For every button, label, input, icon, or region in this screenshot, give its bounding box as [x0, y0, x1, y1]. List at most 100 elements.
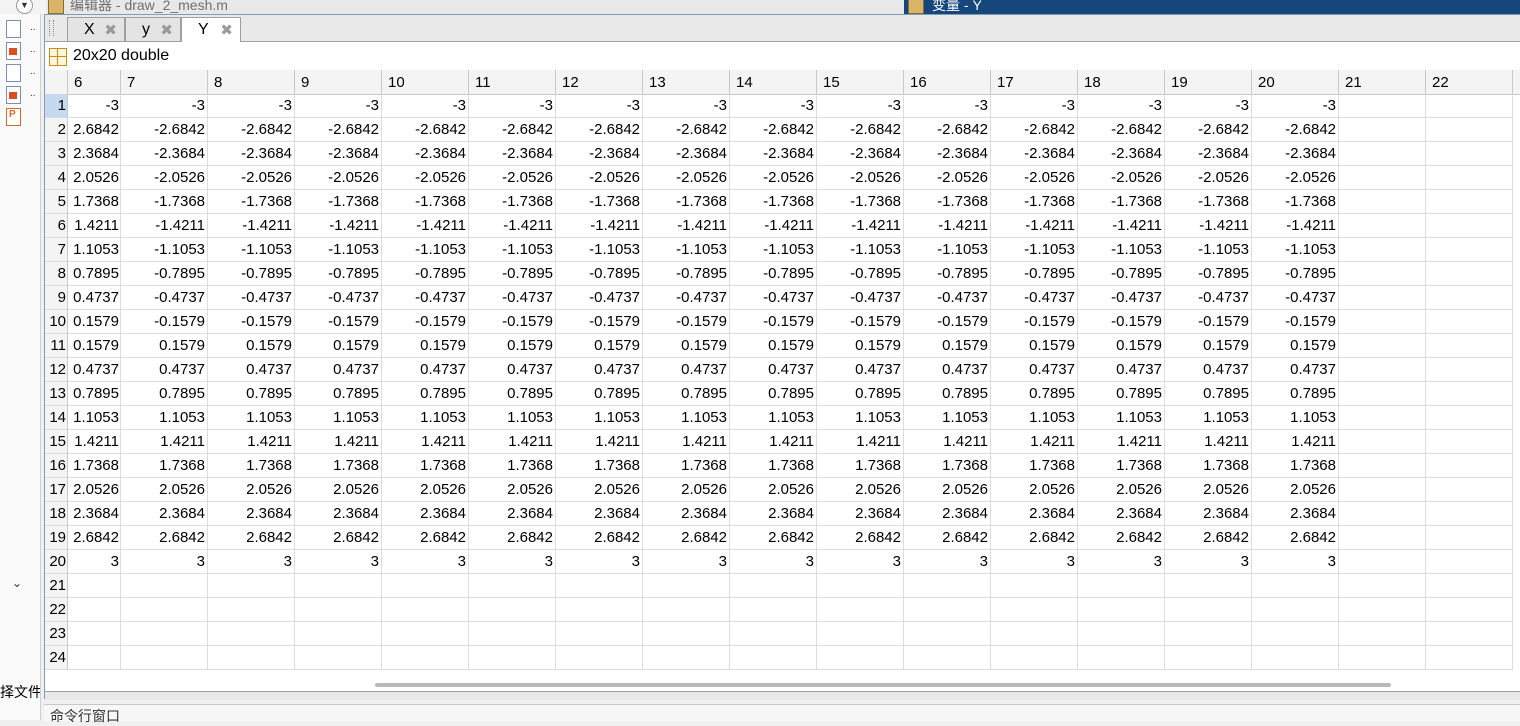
- table-cell[interactable]: 2.3684: [1252, 502, 1339, 526]
- table-cell[interactable]: [295, 598, 382, 622]
- table-cell[interactable]: -1.1053: [643, 238, 730, 262]
- table-cell[interactable]: [382, 646, 469, 670]
- table-cell[interactable]: [1339, 406, 1426, 430]
- table-cell[interactable]: [1426, 502, 1513, 526]
- table-cell[interactable]: -2.3684: [991, 142, 1078, 166]
- table-cell[interactable]: 0.7895: [904, 382, 991, 406]
- row-header[interactable]: 10: [45, 310, 68, 334]
- row-header[interactable]: 16: [45, 454, 68, 478]
- table-cell[interactable]: [121, 574, 208, 598]
- table-cell[interactable]: [295, 646, 382, 670]
- table-cell[interactable]: -2.6842: [1165, 118, 1252, 142]
- table-cell[interactable]: -2.0526: [730, 166, 817, 190]
- table-cell[interactable]: 2.3684: [208, 502, 295, 526]
- table-cell[interactable]: 2.3684: [382, 502, 469, 526]
- table-cell[interactable]: [1339, 526, 1426, 550]
- table-cell[interactable]: 2.0526: [382, 478, 469, 502]
- table-cell[interactable]: -1.7368: [817, 190, 904, 214]
- table-cell[interactable]: 0.4737: [1252, 358, 1339, 382]
- table-cell[interactable]: 0.1579: [904, 334, 991, 358]
- table-cell[interactable]: -2.6842: [643, 118, 730, 142]
- table-cell[interactable]: -2.3684: [121, 142, 208, 166]
- table-cell[interactable]: [1339, 118, 1426, 142]
- table-cell[interactable]: -0.7895: [1252, 262, 1339, 286]
- table-cell[interactable]: 1.4211: [68, 430, 121, 454]
- table-cell[interactable]: 3: [556, 550, 643, 574]
- row-header[interactable]: 23: [45, 622, 68, 646]
- table-cell[interactable]: 3: [817, 550, 904, 574]
- table-cell[interactable]: 0.7895: [1165, 382, 1252, 406]
- table-cell[interactable]: [1426, 550, 1513, 574]
- row-header[interactable]: 14: [45, 406, 68, 430]
- table-cell[interactable]: 2.6842: [991, 526, 1078, 550]
- table-cell[interactable]: [382, 598, 469, 622]
- table-cell[interactable]: 0.1579: [1252, 334, 1339, 358]
- table-cell[interactable]: 2.6842: [730, 526, 817, 550]
- table-cell[interactable]: 1.4211: [295, 430, 382, 454]
- table-cell[interactable]: 1.4211: [68, 214, 121, 238]
- table-cell[interactable]: -3: [991, 94, 1078, 118]
- table-cell[interactable]: 0.4737: [469, 358, 556, 382]
- table-cell[interactable]: -3: [382, 94, 469, 118]
- table-cell[interactable]: [643, 646, 730, 670]
- table-cell[interactable]: [1339, 334, 1426, 358]
- row-header[interactable]: 5: [45, 190, 68, 214]
- table-cell[interactable]: 3: [68, 550, 121, 574]
- table-cell[interactable]: 2.6842: [469, 526, 556, 550]
- table-cell[interactable]: -0.4737: [643, 286, 730, 310]
- table-cell[interactable]: 2.6842: [121, 526, 208, 550]
- table-cell[interactable]: [1339, 358, 1426, 382]
- table-cell[interactable]: [1339, 310, 1426, 334]
- table-cell[interactable]: 3: [295, 550, 382, 574]
- table-cell[interactable]: -0.1579: [904, 310, 991, 334]
- table-cell[interactable]: -3: [730, 94, 817, 118]
- table-cell[interactable]: -1.7368: [556, 190, 643, 214]
- table-cell[interactable]: -1.7368: [295, 190, 382, 214]
- table-cell[interactable]: -3: [1165, 94, 1252, 118]
- table-cell[interactable]: 1.7368: [1165, 454, 1252, 478]
- table-cell[interactable]: [1426, 262, 1513, 286]
- table-cell[interactable]: 1.1053: [68, 238, 121, 262]
- table-cell[interactable]: [556, 622, 643, 646]
- table-cell[interactable]: 1.1053: [68, 406, 121, 430]
- table-cell[interactable]: -3: [1252, 94, 1339, 118]
- table-cell[interactable]: 1.7368: [295, 454, 382, 478]
- table-cell[interactable]: -0.1579: [208, 310, 295, 334]
- table-cell[interactable]: 2.0526: [295, 478, 382, 502]
- table-cell[interactable]: 0.1579: [817, 334, 904, 358]
- table-cell[interactable]: 0.4737: [991, 358, 1078, 382]
- table-cell[interactable]: -2.3684: [382, 142, 469, 166]
- table-cell[interactable]: -0.4737: [469, 286, 556, 310]
- table-cell[interactable]: 1.7368: [817, 454, 904, 478]
- table-cell[interactable]: [643, 598, 730, 622]
- table-cell[interactable]: [1426, 382, 1513, 406]
- table-cell[interactable]: 1.4211: [556, 430, 643, 454]
- table-cell[interactable]: -2.0526: [991, 166, 1078, 190]
- table-cell[interactable]: 3: [1078, 550, 1165, 574]
- table-cell[interactable]: 1.4211: [817, 430, 904, 454]
- table-cell[interactable]: -3: [68, 94, 121, 118]
- column-header[interactable]: 21: [1339, 70, 1426, 94]
- table-cell[interactable]: 0.7895: [382, 382, 469, 406]
- table-cell[interactable]: 0.4737: [556, 358, 643, 382]
- command-window-header[interactable]: 命令行窗口: [44, 704, 1520, 724]
- table-cell[interactable]: 0.1579: [121, 334, 208, 358]
- table-cell[interactable]: [556, 598, 643, 622]
- column-header[interactable]: 20: [1252, 70, 1339, 94]
- table-cell[interactable]: 2.6842: [556, 526, 643, 550]
- close-icon[interactable]: ✖: [160, 21, 173, 39]
- column-header[interactable]: 12: [556, 70, 643, 94]
- row-header[interactable]: 7: [45, 238, 68, 262]
- table-cell[interactable]: -0.7895: [1078, 262, 1165, 286]
- table-cell[interactable]: -2.3684: [208, 142, 295, 166]
- table-cell[interactable]: -2.6842: [1078, 118, 1165, 142]
- file-name-truncated[interactable]: ..: [30, 44, 36, 55]
- dropdown-icon[interactable]: ▼: [16, 0, 33, 14]
- table-cell[interactable]: -1.4211: [208, 214, 295, 238]
- table-cell[interactable]: [1339, 286, 1426, 310]
- table-cell[interactable]: -2.6842: [469, 118, 556, 142]
- table-cell[interactable]: 0.4737: [1078, 358, 1165, 382]
- table-cell[interactable]: 0.7895: [469, 382, 556, 406]
- table-cell[interactable]: -1.1053: [382, 238, 469, 262]
- table-cell[interactable]: -0.1579: [730, 310, 817, 334]
